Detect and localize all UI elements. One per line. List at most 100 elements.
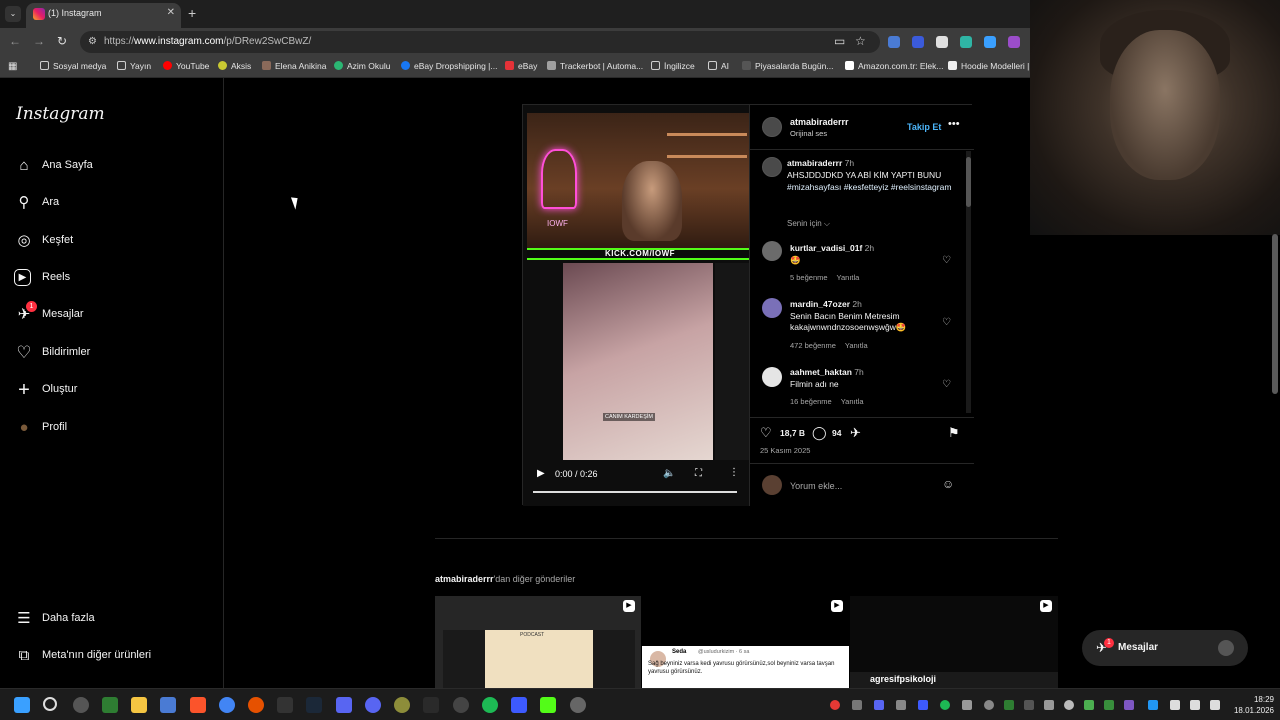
tab-search-icon[interactable]: ⌄ xyxy=(5,6,21,22)
app-icon[interactable] xyxy=(511,697,527,713)
nav-messages[interactable]: ✈ 1 Mesajlar xyxy=(14,301,214,329)
tray-icon[interactable] xyxy=(896,700,906,710)
bookmark-item[interactable]: Sosyal medya xyxy=(40,61,106,71)
nav-explore[interactable]: ◎ Keşfet xyxy=(14,227,214,255)
volume-icon[interactable] xyxy=(1210,700,1220,710)
caption-hashtags[interactable]: #mizahsayfası #kesfetteyiz #reelsinstagr… xyxy=(787,182,951,192)
translate-extension-icon[interactable] xyxy=(888,36,900,48)
nav-meta-products[interactable]: ⧉ Meta'nın diğer ürünleri xyxy=(14,642,214,670)
bookmark-item[interactable]: Amazon.com.tr: Elek... xyxy=(845,61,944,71)
video-more-icon[interactable]: ⋮ xyxy=(729,467,739,478)
store-icon[interactable] xyxy=(160,697,176,713)
nav-more[interactable]: ☰ Daha fazla xyxy=(14,605,214,633)
follow-button[interactable]: Takip Et xyxy=(907,122,941,132)
extension-icon[interactable] xyxy=(960,36,972,48)
system-clock[interactable]: 18:29 18.01.2026 xyxy=(1228,694,1274,716)
bookmark-item[interactable]: İngilizce xyxy=(651,61,695,71)
volume-icon[interactable]: 🔈 xyxy=(663,468,675,479)
app-icon[interactable] xyxy=(336,697,352,713)
bookmark-item[interactable]: YouTube xyxy=(163,61,209,71)
play-icon[interactable]: ▶ xyxy=(537,468,545,479)
reply-link[interactable]: Yanıtla xyxy=(845,341,868,350)
more-post-thumbnail[interactable]: Seda @usludurkizim · 6 sa Sağ beyniniz v… xyxy=(642,596,849,688)
bookmark-item[interactable]: Elena Anikina xyxy=(262,61,327,71)
bookmark-item[interactable]: Trackerbot | Automa... xyxy=(547,61,643,71)
tray-icon[interactable] xyxy=(1084,700,1094,710)
tray-icon[interactable] xyxy=(852,700,862,710)
tray-icon[interactable] xyxy=(1044,700,1054,710)
tray-icon[interactable] xyxy=(1004,700,1014,710)
tray-icon[interactable] xyxy=(940,700,950,710)
spotify-icon[interactable] xyxy=(482,697,498,713)
windows-start-icon[interactable] xyxy=(14,697,30,713)
like-count[interactable]: 18,7 B xyxy=(780,428,805,438)
comment-avatar[interactable] xyxy=(762,241,782,261)
caption-avatar[interactable] xyxy=(762,157,782,177)
emoji-icon[interactable]: ☺ xyxy=(942,477,954,491)
comment-avatar[interactable] xyxy=(762,298,782,318)
extension-icon[interactable] xyxy=(912,36,924,48)
back-arrow-icon[interactable]: ← xyxy=(9,34,21,48)
tray-icon[interactable] xyxy=(918,700,928,710)
tray-icon[interactable] xyxy=(1024,700,1034,710)
steam-icon[interactable] xyxy=(306,697,322,713)
search-icon[interactable] xyxy=(43,697,57,711)
app-icon[interactable] xyxy=(394,697,410,713)
nav-create[interactable]: + Oluştur xyxy=(14,376,214,404)
discord-icon[interactable] xyxy=(365,697,381,713)
comment-like-icon[interactable]: ♡ xyxy=(942,317,951,328)
bookmark-item[interactable]: Azim Okulu xyxy=(334,61,390,71)
comment-username[interactable]: aahmet_haktan 7h xyxy=(790,367,864,377)
comment-username[interactable]: kurtlar_vadisi_01f 2h xyxy=(790,243,874,253)
epic-games-icon[interactable] xyxy=(277,697,293,713)
more-post-thumbnail[interactable]: agresifpsikoloji ▶ xyxy=(850,596,1058,688)
bookmark-item[interactable]: eBay xyxy=(505,61,537,71)
tray-icon[interactable] xyxy=(1124,700,1134,710)
nav-profile[interactable]: ● Profil xyxy=(14,414,214,442)
video-progress-bar[interactable] xyxy=(533,491,737,493)
tray-icon[interactable] xyxy=(830,700,840,710)
brave-icon[interactable] xyxy=(190,697,206,713)
reply-link[interactable]: Yanıtla xyxy=(841,397,864,406)
audio-label[interactable]: Orijinal ses xyxy=(790,129,827,138)
apps-grid-icon[interactable]: ▦ xyxy=(8,61,17,72)
caption-username[interactable]: atmabiraderrr xyxy=(787,158,842,168)
install-app-icon[interactable]: ▭ xyxy=(834,34,845,48)
video-player[interactable]: IOWF KICK.COM/IOWF CANIM KARDEŞİM ▶ 0:00… xyxy=(523,105,749,506)
tray-icon[interactable] xyxy=(984,700,994,710)
fullscreen-icon[interactable]: ⛶ xyxy=(695,468,702,479)
tab-close-icon[interactable]: ✕ xyxy=(167,7,175,18)
tray-icon[interactable] xyxy=(1064,700,1074,710)
author-username[interactable]: atmabiraderrr xyxy=(790,117,849,127)
extension-icon[interactable] xyxy=(1008,36,1020,48)
nav-notifications[interactable]: ♡ Bildirimler xyxy=(14,339,214,367)
bookmark-item[interactable]: Piyasalarda Bugün... xyxy=(742,61,833,71)
tray-icon[interactable] xyxy=(874,700,884,710)
address-bar[interactable]: ⚙ https://www.instagram.com/p/DRew2SwCBw… xyxy=(80,31,880,53)
add-comment-input[interactable]: Yorum ekle... xyxy=(790,481,842,491)
share-icon[interactable]: ✈ xyxy=(850,425,861,441)
comment-like-icon[interactable]: ♡ xyxy=(942,255,951,266)
comment-avatar[interactable] xyxy=(762,367,782,387)
forward-arrow-icon[interactable]: → xyxy=(33,34,45,48)
comments-scrollbar[interactable] xyxy=(966,151,971,413)
extension-icon[interactable] xyxy=(936,36,948,48)
wifi-icon[interactable] xyxy=(1190,700,1200,710)
file-explorer-icon[interactable] xyxy=(131,697,147,713)
author-avatar[interactable] xyxy=(762,117,782,137)
browser-tab[interactable]: (1) Instagram ✕ xyxy=(26,3,181,28)
scrollbar-thumb[interactable] xyxy=(966,157,971,207)
app-icon[interactable] xyxy=(540,697,556,713)
like-icon[interactable]: ♡ xyxy=(760,425,772,441)
nav-home[interactable]: ⌂ Ana Sayfa xyxy=(14,152,214,180)
xbox-icon[interactable] xyxy=(102,697,118,713)
more-options-icon[interactable]: ••• xyxy=(948,118,960,130)
comment-username[interactable]: mardin_47ozer 2h xyxy=(790,299,862,309)
app-icon[interactable] xyxy=(570,697,586,713)
microphone-icon[interactable] xyxy=(1170,700,1180,710)
app-icon[interactable] xyxy=(73,697,89,713)
app-icon[interactable] xyxy=(453,697,469,713)
more-post-thumbnail[interactable]: PODCAST ▶ xyxy=(435,596,641,688)
comment-icon[interactable]: ◯ xyxy=(812,425,827,441)
bookmark-star-icon[interactable]: ☆ xyxy=(855,34,866,48)
